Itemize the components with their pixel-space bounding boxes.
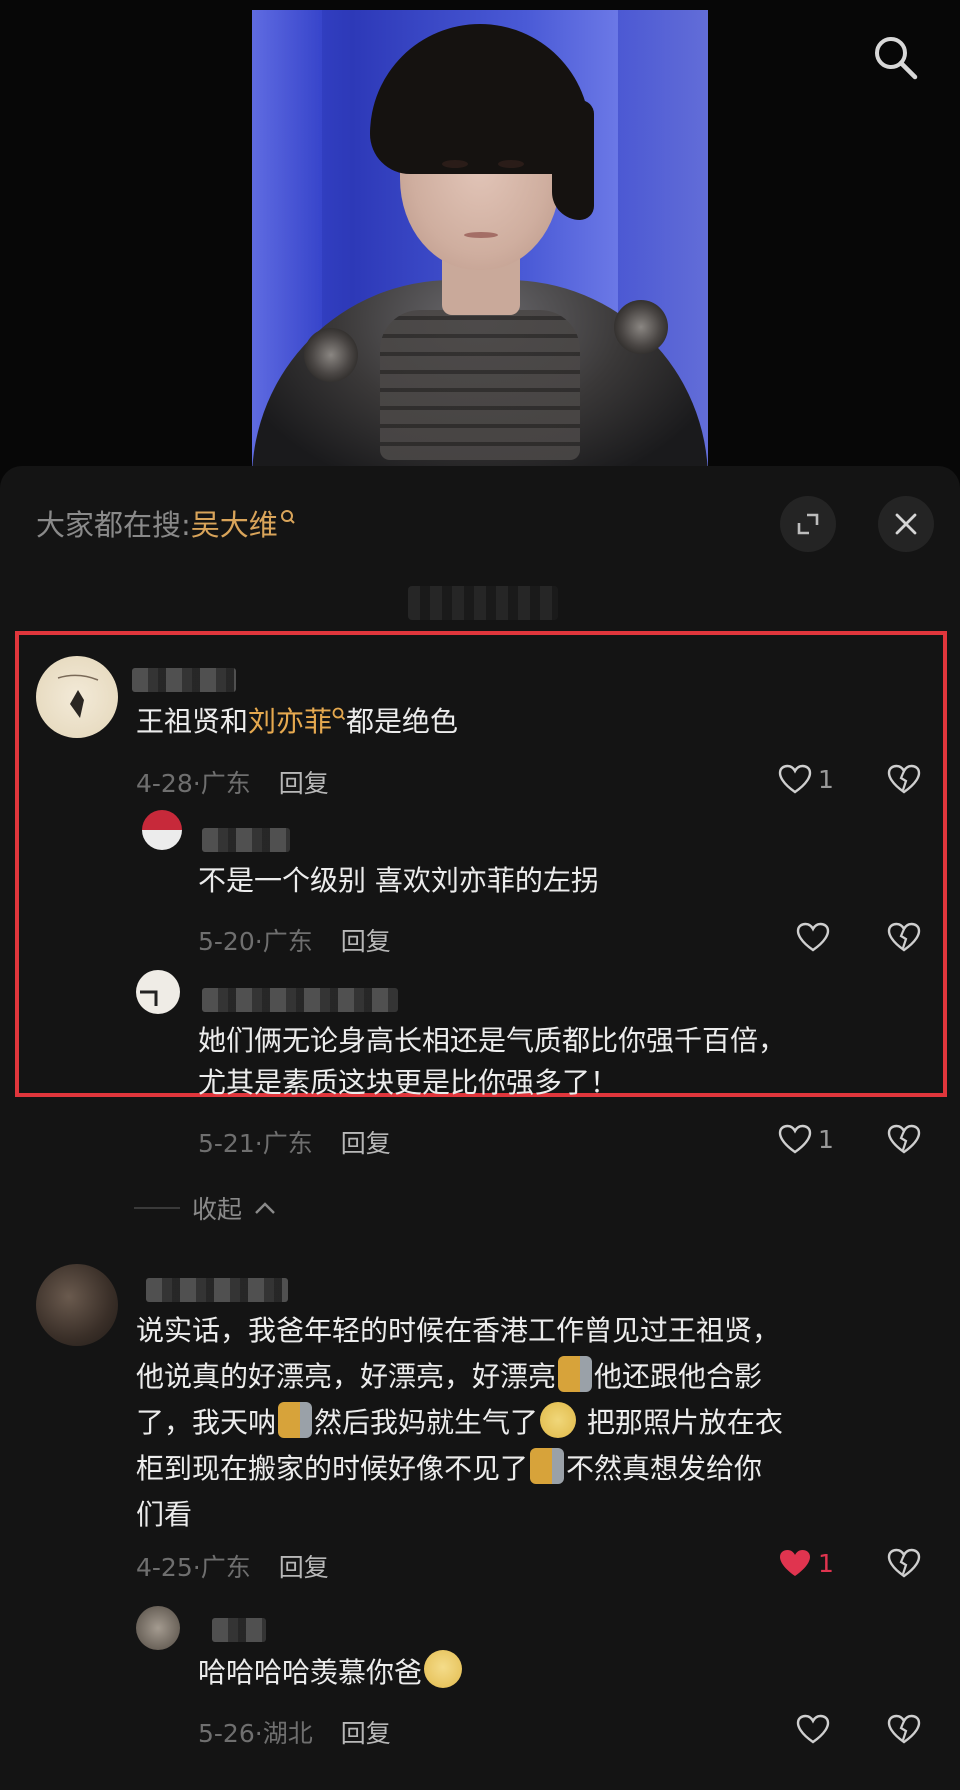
comment-meta: 4-28·广东 回复 bbox=[136, 769, 329, 798]
search-icon bbox=[280, 502, 296, 536]
figure-eye bbox=[498, 160, 524, 168]
reply-text: 不是一个级别 喜欢刘亦菲的左拐 bbox=[198, 864, 599, 897]
trending-search[interactable]: 大家都在搜:吴大维 bbox=[36, 502, 296, 544]
figure-eye bbox=[442, 160, 468, 168]
reply-text: 哈哈哈哈羡慕你爸 bbox=[198, 1650, 463, 1694]
figure-armor bbox=[380, 310, 580, 460]
like-count: 1 bbox=[818, 1548, 834, 1578]
dislike-button[interactable] bbox=[887, 764, 921, 798]
comment-region: 广东 bbox=[200, 1553, 251, 1582]
broken-heart-icon bbox=[887, 1124, 921, 1154]
comment-region: 广东 bbox=[262, 1129, 313, 1158]
armor-stud bbox=[614, 300, 668, 354]
close-icon bbox=[895, 513, 917, 535]
avatar[interactable] bbox=[136, 970, 180, 1014]
cat-emoji bbox=[278, 1402, 313, 1438]
dislike-button[interactable] bbox=[887, 1714, 921, 1748]
armor-stud bbox=[304, 328, 358, 382]
like-count: 1 bbox=[818, 1124, 834, 1154]
heart-icon bbox=[796, 1714, 830, 1744]
comment-meta: 5-20·广东 回复 bbox=[198, 927, 391, 956]
close-button[interactable] bbox=[878, 496, 934, 552]
avatar[interactable] bbox=[136, 1606, 180, 1650]
like-button[interactable]: 1 bbox=[778, 1548, 834, 1578]
broken-heart-icon bbox=[887, 922, 921, 952]
comment-sheet: 大家都在搜:吴大维 王祖贤和刘亦菲 都是绝色 4-28·广东 回复 1 不是一个级别… bbox=[0, 466, 960, 1790]
collapse-replies-button[interactable]: 收起 bbox=[134, 1190, 276, 1226]
comment-meta: 5-21·广东 回复 bbox=[198, 1129, 391, 1158]
username-blurred[interactable] bbox=[202, 988, 398, 1012]
trending-search-keyword[interactable]: 吴大维 bbox=[191, 508, 278, 542]
reply-text: 她们俩无论身高长相还是气质都比你强千百倍， 尤其是素质这块更是比你强多了！ bbox=[198, 1024, 787, 1099]
reply-button[interactable]: 回复 bbox=[341, 1129, 391, 1158]
figure-mouth bbox=[464, 232, 498, 238]
divider bbox=[134, 1207, 180, 1209]
expand-button[interactable] bbox=[780, 496, 836, 552]
like-button[interactable]: 1 bbox=[778, 1124, 834, 1154]
expand-icon bbox=[797, 513, 819, 535]
comment-region: 广东 bbox=[262, 927, 313, 956]
dislike-button[interactable] bbox=[887, 1548, 921, 1582]
video-thumbnail[interactable] bbox=[252, 10, 708, 466]
comment-date: 5-20 bbox=[198, 927, 255, 956]
avatar[interactable] bbox=[36, 1264, 118, 1346]
keyword-link[interactable]: 刘亦菲 bbox=[248, 705, 332, 738]
like-button[interactable] bbox=[796, 922, 830, 952]
username-blurred[interactable] bbox=[146, 1278, 288, 1302]
like-button[interactable]: 1 bbox=[778, 764, 834, 794]
trending-search-prefix: 大家都在搜: bbox=[36, 508, 191, 542]
broken-heart-icon bbox=[887, 764, 921, 794]
search-icon[interactable] bbox=[870, 32, 920, 82]
reply-button[interactable]: 回复 bbox=[279, 769, 329, 798]
crying-emoji bbox=[424, 1650, 463, 1688]
comment-text: 说实话，我爸年轻的时候在香港工作曾见过王祖贤， 他说真的好漂亮，好漂亮，好漂亮他… bbox=[136, 1314, 783, 1531]
broken-heart-icon bbox=[887, 1548, 921, 1578]
comment-date: 5-21 bbox=[198, 1129, 255, 1158]
comment-date: 4-25 bbox=[136, 1553, 193, 1582]
comment-meta: 4-25·广东 回复 bbox=[136, 1553, 329, 1582]
avatar[interactable] bbox=[36, 656, 118, 738]
comment-meta: 5-26·湖北 回复 bbox=[198, 1719, 391, 1748]
cat-emoji bbox=[558, 1356, 593, 1392]
dislike-button[interactable] bbox=[887, 922, 921, 956]
reply-button[interactable]: 回复 bbox=[341, 1719, 391, 1748]
comment-region: 湖北 bbox=[262, 1719, 313, 1748]
collapse-label: 收起 bbox=[192, 1195, 243, 1224]
comment-region: 广东 bbox=[200, 769, 251, 798]
heart-icon bbox=[796, 922, 830, 952]
reply-button[interactable]: 回复 bbox=[341, 927, 391, 956]
heart-filled-icon bbox=[780, 1550, 810, 1576]
avatar[interactable] bbox=[142, 810, 182, 850]
chevron-up-icon bbox=[255, 1202, 275, 1214]
reply-button[interactable]: 回复 bbox=[279, 1553, 329, 1582]
comment-date: 4-28 bbox=[136, 769, 193, 798]
cat-emoji bbox=[530, 1448, 565, 1484]
comment-date: 5-26 bbox=[198, 1719, 255, 1748]
heart-icon bbox=[778, 1124, 812, 1154]
smile-emoji bbox=[540, 1402, 577, 1438]
like-count: 1 bbox=[818, 764, 834, 794]
dislike-button[interactable] bbox=[887, 1124, 921, 1158]
username-blurred[interactable] bbox=[212, 1618, 266, 1642]
figure-hair bbox=[552, 100, 594, 220]
username-blurred[interactable] bbox=[132, 668, 236, 692]
broken-heart-icon bbox=[887, 1714, 921, 1744]
comment-count-blurred bbox=[408, 586, 558, 620]
search-icon bbox=[332, 707, 346, 721]
heart-icon bbox=[778, 764, 812, 794]
comment-text: 王祖贤和刘亦菲 都是绝色 bbox=[136, 705, 459, 738]
like-button[interactable] bbox=[796, 1714, 830, 1744]
username-blurred[interactable] bbox=[202, 828, 290, 852]
